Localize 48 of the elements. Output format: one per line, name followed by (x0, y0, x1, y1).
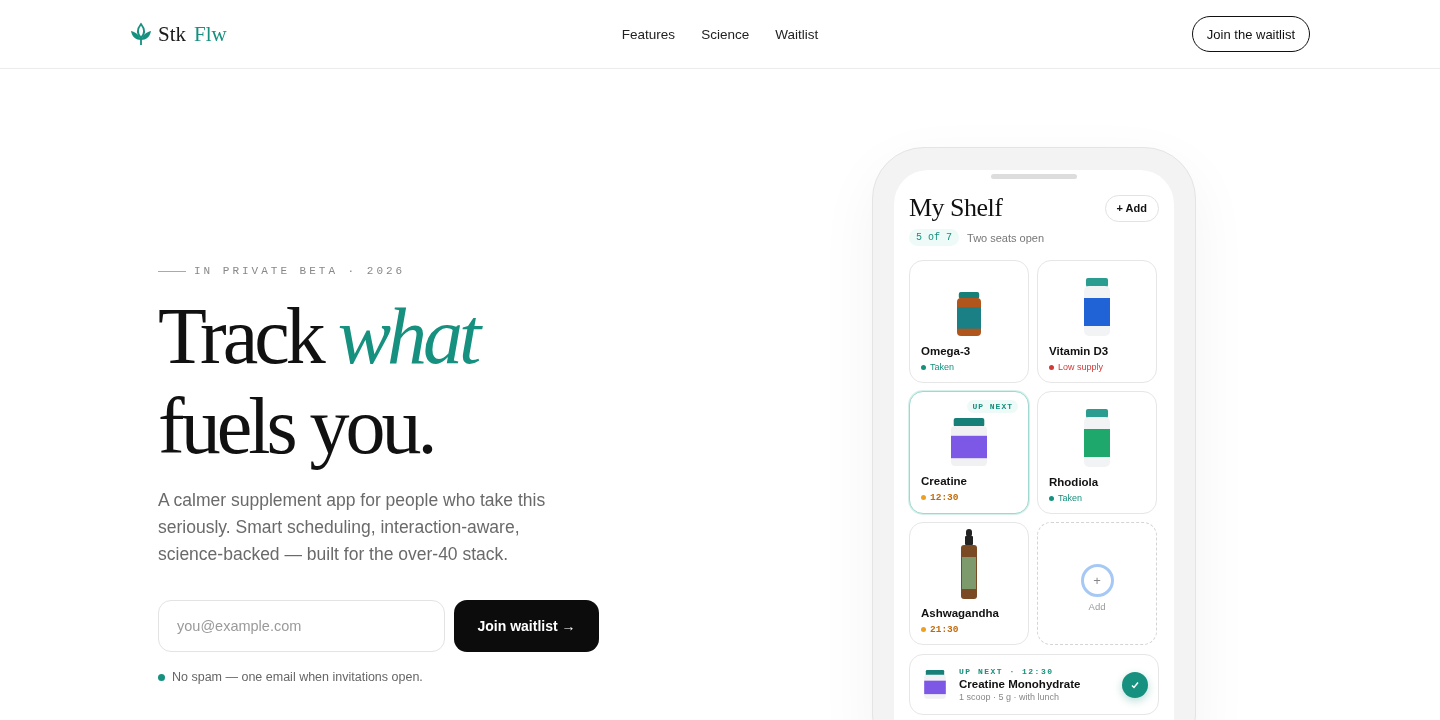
leaf-logo-icon (130, 22, 152, 46)
nav-link[interactable]: Science (701, 26, 750, 42)
nav-link[interactable]: Features (621, 26, 676, 42)
supplement-bottle-icon (955, 292, 983, 337)
supplement-card[interactable]: UP NEXT Creatine 12:30 (909, 391, 1029, 514)
supplement-bottle-icon (1082, 409, 1112, 468)
check-button[interactable] (1122, 671, 1148, 698)
supplement-name: Vitamin D3 (1049, 345, 1110, 357)
supplement-name: Omega-3 (921, 345, 972, 357)
supplement-card[interactable]: Omega-3 Taken (909, 260, 1029, 383)
supplement-card[interactable]: Rhodiola Taken (1037, 391, 1157, 514)
spam-note: No spam — one email when invitations open. (172, 670, 423, 684)
supplement-card[interactable]: Ashwagandha 21:30 (909, 522, 1029, 645)
hero-description: A calmer supplement app for people who take this seriously. Smart scheduling, interaction-aware, science-backed — built for the over-40 stack. (158, 489, 547, 566)
add-label: Add (1088, 601, 1106, 612)
supplement-status: Taken (930, 362, 955, 372)
supplement-bottle-icon (1082, 278, 1112, 337)
logo-text: Flw (194, 21, 227, 47)
supplement-name: Ashwagandha (921, 607, 1000, 619)
shelf-title: My Shelf (909, 193, 1003, 223)
supplement-card[interactable]: Vitamin D3 Low supply (1037, 260, 1157, 383)
check-icon (1130, 679, 1140, 690)
supplement-name: Rhodiola (1049, 476, 1100, 488)
up-next-badge: UP NEXT (967, 400, 1018, 413)
dose-detail: 1 scoop · 5 g · with lunch (959, 692, 1061, 702)
dose-time: 21:30 (930, 624, 959, 635)
supplement-status: Taken (1058, 493, 1083, 503)
logo-text: Stk (158, 21, 186, 47)
hero-headline: Track what fuels you. (158, 291, 628, 471)
supplement-name: Creatine Monohydrate (959, 678, 1082, 690)
status-dot (158, 673, 165, 681)
supplement-jar-icon (949, 418, 989, 467)
count-pill: 5 of 7 (909, 229, 959, 246)
join-waitlist-button[interactable]: Join the waitlist (1191, 16, 1310, 52)
supplement-jar-icon (923, 669, 947, 700)
supplement-name: Creatine (921, 475, 969, 487)
nav-link[interactable]: Waitlist (775, 26, 819, 42)
add-supplement-tile[interactable]: + Add (1037, 522, 1157, 645)
plus-icon: + (1080, 564, 1114, 597)
dropper-bottle-icon (959, 529, 979, 599)
up-next-time: UP NEXT · 12:30 (959, 667, 1055, 676)
join-waitlist-button[interactable]: Join waitlist → (454, 600, 599, 652)
email-field[interactable]: you@example.com (158, 600, 445, 652)
add-button[interactable]: + Add (1104, 194, 1159, 222)
seats-note: Two seats open (967, 231, 1045, 244)
beta-eyebrow: IN PRIVATE BETA · 2026 (194, 265, 406, 277)
dose-time: 12:30 (930, 492, 959, 503)
supplement-status: Low supply (1058, 362, 1104, 372)
